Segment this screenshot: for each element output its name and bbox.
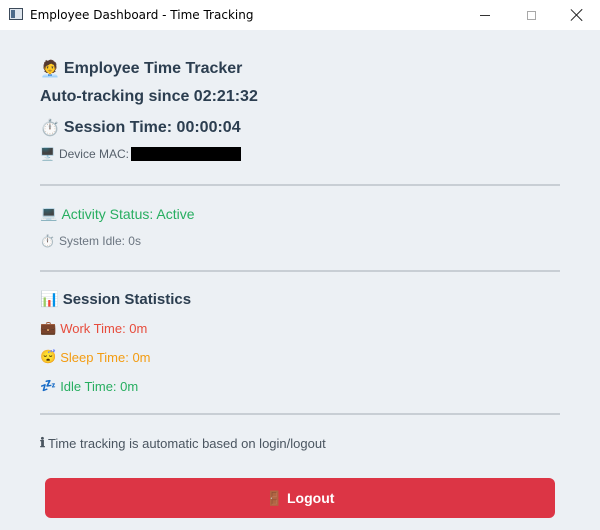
- timer-icon: ⏱️: [40, 234, 55, 248]
- app-window-icon: [9, 8, 23, 20]
- sleep-time-row: 😴 Sleep Time: 0m: [40, 349, 151, 365]
- work-time-text: Work Time: 0m: [60, 320, 148, 336]
- info-row: ℹ Time tracking is automatic based on lo…: [40, 435, 326, 451]
- idle-time-text: Idle Time: 0m: [60, 378, 139, 394]
- session-time-text: Session Time: 00:00:04: [63, 119, 241, 136]
- sleeping-face-icon: 😴: [40, 349, 57, 364]
- close-button[interactable]: [554, 0, 600, 30]
- mac-redaction: [130, 147, 241, 161]
- session-time-row: ⏱️ Session Time: 00:00:04: [40, 118, 241, 138]
- divider-2: [40, 270, 560, 272]
- worker-icon: 🧑‍💼: [40, 61, 60, 78]
- stopwatch-icon: ⏱️: [40, 120, 60, 137]
- monitor-icon: 🖥️: [40, 147, 55, 161]
- divider-3: [40, 413, 560, 415]
- sleep-time-text: Sleep Time: 0m: [60, 349, 151, 365]
- work-time-row: 💼 Work Time: 0m: [40, 320, 147, 336]
- device-mac-row: 🖥️ Device MAC:: [40, 147, 241, 161]
- briefcase-icon: 💼: [40, 320, 57, 335]
- session-stats-heading: 📊 Session Statistics: [40, 290, 192, 309]
- page-title: Employee Time Tracker: [63, 60, 243, 77]
- maximize-icon: [526, 10, 536, 20]
- minimize-icon: [480, 14, 490, 16]
- session-stats-title: Session Statistics: [62, 290, 192, 308]
- divider-1: [40, 184, 560, 186]
- laptop-icon: 💻: [40, 205, 58, 221]
- system-idle-row: ⏱️ System Idle: 0s: [40, 234, 141, 248]
- minimize-button[interactable]: [462, 0, 508, 30]
- logout-label: Logout: [287, 490, 335, 506]
- close-icon: [571, 9, 583, 21]
- info-icon: ℹ: [40, 435, 45, 450]
- system-idle-text: System Idle: 0s: [58, 234, 141, 248]
- maximize-button[interactable]: [508, 0, 554, 30]
- app-heading: 🧑‍💼 Employee Time Tracker: [40, 59, 242, 79]
- door-icon: 🚪: [265, 489, 283, 506]
- idle-zzz-icon: 💤: [40, 378, 57, 393]
- info-text: Time tracking is automatic based on logi…: [47, 435, 326, 451]
- logout-button[interactable]: 🚪 Logout: [45, 478, 555, 518]
- window-title: Employee Dashboard - Time Tracking: [30, 8, 254, 22]
- auto-tracking-text: Auto-tracking since 02:21:32: [40, 88, 258, 105]
- activity-status-text: Activity Status: Active: [61, 205, 195, 222]
- device-mac-label: Device MAC:: [58, 147, 129, 161]
- activity-status-row: 💻 Activity Status: Active: [40, 205, 195, 222]
- window-titlebar: Employee Dashboard - Time Tracking: [0, 0, 600, 30]
- idle-time-row: 💤 Idle Time: 0m: [40, 378, 138, 394]
- bar-chart-icon: 📊: [40, 291, 59, 308]
